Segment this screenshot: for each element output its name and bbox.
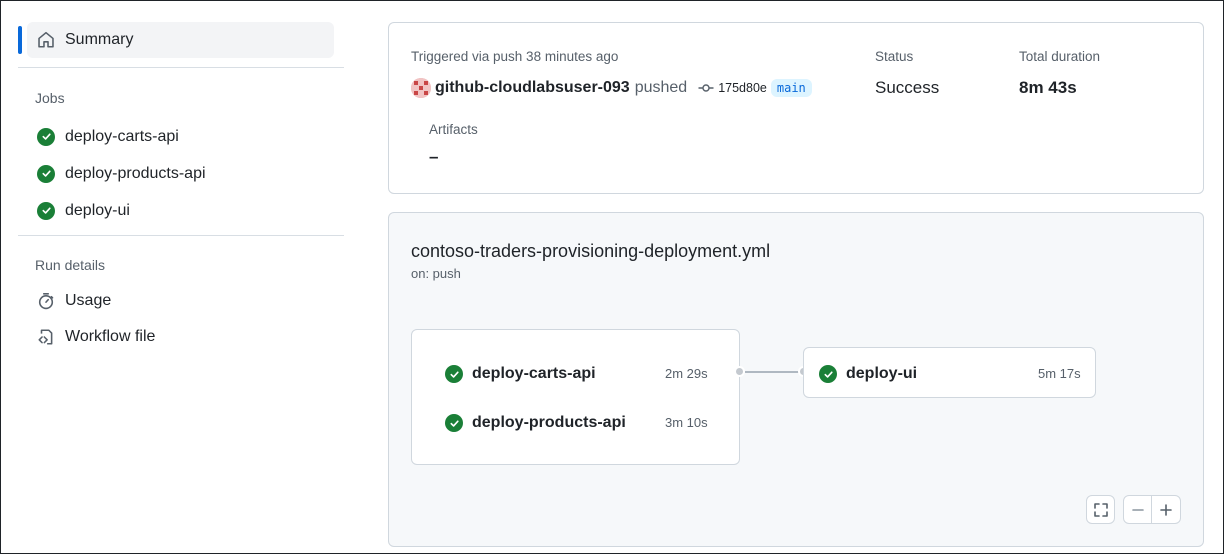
zoom-controls	[1123, 495, 1181, 524]
duration-label: Total duration	[1019, 49, 1101, 64]
sidebar-item-label: deploy-products-api	[65, 164, 206, 182]
plus-icon	[1160, 503, 1172, 516]
check-circle-icon	[36, 127, 56, 147]
sidebar-item-usage[interactable]: Usage	[18, 283, 344, 319]
trigger-text: Triggered via push 38 minutes ago	[411, 49, 619, 64]
sidebar-item-summary[interactable]: Summary	[18, 22, 334, 58]
workflow-graph: contoso-traders-provisioning-deployment.…	[388, 212, 1204, 547]
job-duration: 3m 10s	[665, 415, 708, 430]
check-circle-icon	[36, 201, 56, 221]
connector-line	[745, 371, 799, 373]
home-icon	[36, 30, 56, 50]
sidebar-item-label: Summary	[65, 31, 134, 48]
graph-job-deploy-ui[interactable]: deploy-ui	[819, 365, 917, 383]
sidebar-item-label: deploy-ui	[65, 201, 130, 219]
run-summary-card: Triggered via push 38 minutes ago github…	[388, 22, 1204, 194]
stopwatch-icon	[36, 291, 56, 311]
job-group-box: deploy-ui 5m 17s	[803, 347, 1096, 398]
job-group-box: deploy-carts-api 2m 29s deploy-products-…	[411, 329, 740, 465]
check-circle-icon	[819, 365, 837, 383]
sidebar: Summary Jobs deploy-carts-api deploy-pro…	[18, 22, 344, 355]
sidebar-item-deploy-products-api[interactable]: deploy-products-api	[18, 155, 344, 192]
sidebar-item-label: deploy-carts-api	[65, 127, 179, 145]
sidebar-item-label: Workflow file	[65, 328, 156, 345]
fullscreen-icon	[1093, 502, 1109, 518]
status-value: Success	[875, 78, 940, 97]
job-name: deploy-carts-api	[472, 365, 596, 382]
check-circle-icon	[36, 164, 56, 184]
job-name: deploy-ui	[846, 365, 918, 382]
zoom-out-button[interactable]	[1124, 496, 1152, 523]
check-circle-icon	[445, 365, 463, 383]
sidebar-item-label: Usage	[65, 292, 112, 309]
artifacts-value: –	[429, 147, 439, 166]
zoom-in-button[interactable]	[1152, 496, 1180, 523]
commit-sha-link[interactable]: 175d80e	[718, 81, 767, 95]
fullscreen-button[interactable]	[1086, 495, 1115, 524]
artifacts-label: Artifacts	[429, 122, 478, 137]
job-duration: 5m 17s	[1038, 366, 1081, 381]
action-text: pushed	[634, 79, 688, 96]
job-duration: 2m 29s	[665, 366, 708, 381]
sidebar-item-deploy-carts-api[interactable]: deploy-carts-api	[18, 118, 344, 155]
jobs-section-title: Jobs	[35, 90, 65, 106]
actor-link[interactable]: github-cloudlabsuser-093	[435, 79, 630, 97]
commit-icon	[698, 83, 714, 93]
graph-job-deploy-carts-api[interactable]: deploy-carts-api	[445, 365, 596, 383]
duration-value: 8m 43s	[1019, 78, 1077, 97]
workflow-file-name[interactable]: contoso-traders-provisioning-deployment.…	[411, 241, 770, 262]
sidebar-item-deploy-ui[interactable]: deploy-ui	[18, 192, 344, 229]
minus-icon	[1131, 508, 1144, 511]
file-code-icon	[36, 327, 56, 347]
status-label: Status	[875, 49, 914, 64]
branch-badge[interactable]: main	[770, 79, 812, 97]
active-indicator	[18, 26, 22, 54]
job-name: deploy-products-api	[472, 414, 626, 431]
run-details-section-title: Run details	[35, 257, 106, 273]
sidebar-item-workflow-file[interactable]: Workflow file	[18, 319, 344, 355]
workflow-trigger: on: push	[411, 266, 461, 281]
graph-job-deploy-products-api[interactable]: deploy-products-api	[445, 414, 626, 432]
check-circle-icon	[445, 414, 463, 432]
connector-dot	[734, 366, 745, 377]
avatar[interactable]	[411, 78, 431, 98]
